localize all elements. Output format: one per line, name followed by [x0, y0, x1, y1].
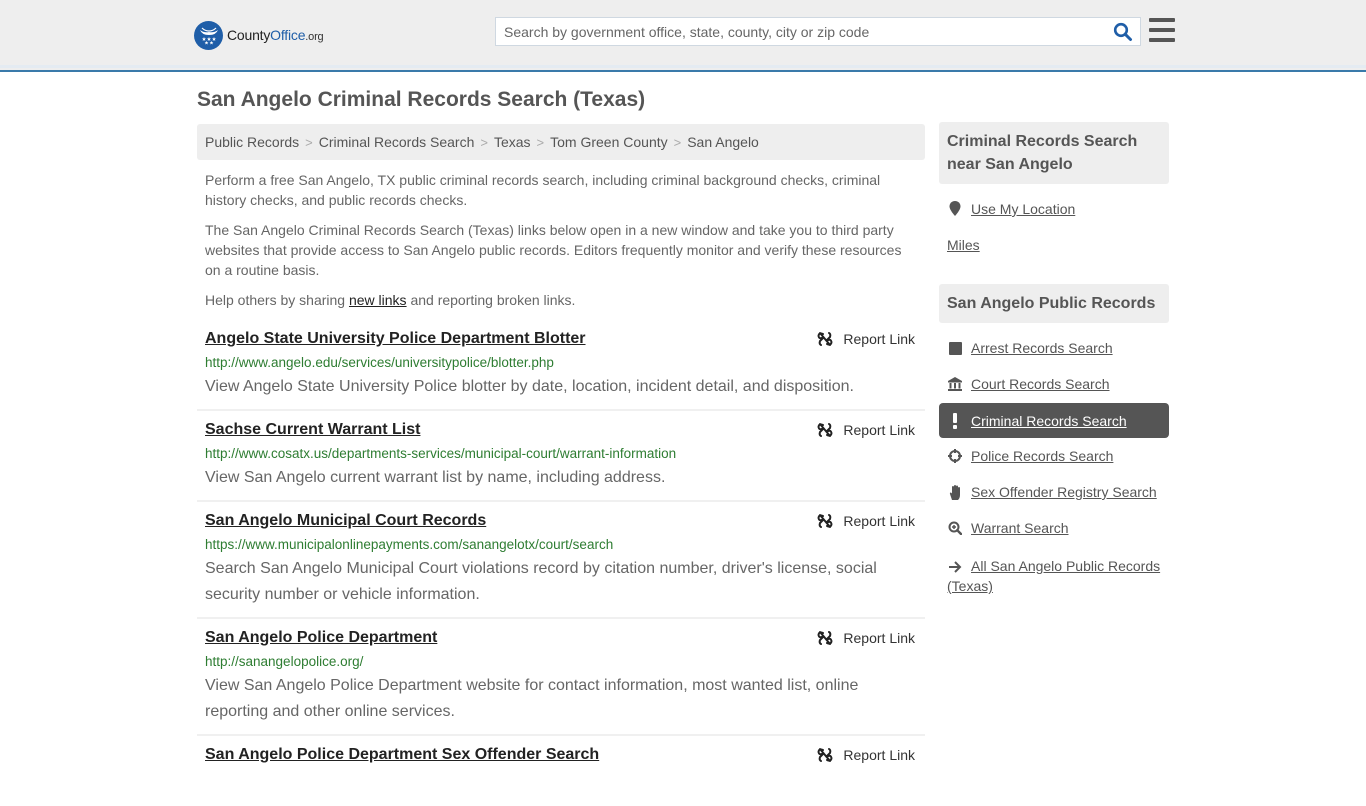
report-link-button[interactable]: Report Link — [817, 331, 915, 347]
result-title-link[interactable]: San Angelo Police Department — [205, 629, 437, 647]
report-link-button[interactable]: Report Link — [817, 513, 915, 529]
sidebar-item-all-public-records: All San Angelo Public Records (Texas) — [947, 556, 1169, 596]
breadcrumb-item-texas[interactable]: Texas — [494, 134, 531, 150]
crosshairs-icon — [947, 449, 963, 463]
intro-text: Help others by sharing — [205, 292, 349, 308]
hand-icon — [947, 484, 963, 500]
hamburger-menu-button[interactable] — [1149, 18, 1175, 42]
sidebar-item-criminal-records: Criminal Records Search — [939, 403, 1169, 438]
result-title-link[interactable]: San Angelo Police Department Sex Offende… — [205, 746, 599, 764]
breadcrumb-separator: > — [305, 134, 313, 150]
result-title-link[interactable]: San Angelo Municipal Court Records — [205, 512, 486, 530]
square-icon — [947, 341, 963, 355]
logo-text-county: County — [227, 27, 271, 43]
search-input[interactable] — [496, 18, 1106, 45]
result-description: View Angelo State University Police blot… — [205, 378, 854, 395]
report-link-label: Report Link — [843, 747, 915, 763]
use-my-location-link[interactable]: Use My Location — [971, 201, 1075, 217]
search-bar — [495, 17, 1141, 46]
new-links-link[interactable]: new links — [349, 292, 407, 308]
sidebar-item-police-records: Police Records Search — [947, 448, 1113, 464]
breadcrumb-separator: > — [536, 134, 545, 150]
public-records-heading: San Angelo Public Records — [939, 284, 1169, 323]
result-url: https://www.municipalonlinepayments.com/… — [205, 537, 614, 552]
arrow-right-icon — [947, 561, 963, 574]
sidebar-item-warrant-search: Warrant Search — [947, 520, 1069, 536]
sidebar-link-police-records[interactable]: Police Records Search — [971, 448, 1113, 464]
broken-link-icon — [817, 514, 833, 528]
report-link-button[interactable]: Report Link — [817, 630, 915, 646]
result-item: San Angelo Police Department Sex Offende… — [197, 746, 925, 806]
result-item: Sachse Current Warrant List Report Link … — [197, 421, 925, 502]
logo-text: CountyOffice.org — [227, 27, 324, 43]
intro-paragraph-1: Perform a free San Angelo, TX public cri… — [205, 172, 881, 208]
result-item: Angelo State University Police Departmen… — [197, 330, 925, 411]
courthouse-icon — [947, 377, 963, 391]
broken-link-icon — [817, 423, 833, 437]
result-title-link[interactable]: Sachse Current Warrant List — [205, 421, 420, 439]
search-icon — [1113, 22, 1132, 41]
report-link-label: Report Link — [843, 422, 915, 438]
intro-paragraph-3: Help others by sharing new links and rep… — [205, 290, 915, 310]
intro-paragraph-2: The San Angelo Criminal Records Search (… — [205, 222, 902, 278]
sidebar-link-all-public-records[interactable]: All San Angelo Public Records (Texas) — [947, 558, 1160, 594]
logo-text-tld: .org — [305, 31, 324, 43]
sidebar-item-court-records: Court Records Search — [947, 376, 1110, 392]
breadcrumb-item-tom-green-county[interactable]: Tom Green County — [550, 134, 668, 150]
result-item: San Angelo Municipal Court Records Repor… — [197, 512, 925, 619]
hamburger-menu-icon-bar — [1149, 28, 1175, 32]
breadcrumb-item-public-records[interactable]: Public Records — [205, 134, 299, 150]
sidebar-link-court-records[interactable]: Court Records Search — [971, 376, 1110, 392]
breadcrumb: Public Records > Criminal Records Search… — [197, 124, 925, 160]
result-description: View San Angelo current warrant list by … — [205, 469, 666, 486]
result-item: San Angelo Police Department Report Link… — [197, 629, 925, 736]
sidebar-link-sex-offender[interactable]: Sex Offender Registry Search — [971, 484, 1157, 500]
sidebar-link-arrest-records[interactable]: Arrest Records Search — [971, 340, 1113, 356]
miles-link[interactable]: Miles — [947, 237, 980, 253]
eagle-stars-logo-icon — [194, 20, 223, 50]
zoom-in-icon — [947, 521, 963, 535]
sidebar-item-sex-offender: Sex Offender Registry Search — [947, 484, 1157, 500]
report-link-button[interactable]: Report Link — [817, 422, 915, 438]
search-button[interactable] — [1106, 18, 1140, 45]
result-description: View San Angelo Police Department websit… — [205, 677, 859, 720]
intro-text: and reporting broken links. — [406, 292, 576, 308]
exclamation-icon — [947, 412, 963, 429]
hamburger-menu-icon-bar — [1149, 38, 1175, 42]
use-my-location: Use My Location — [947, 201, 1075, 217]
broken-link-icon — [817, 332, 833, 346]
logo-text-office: Office — [270, 27, 306, 43]
breadcrumb-item-criminal-records-search[interactable]: Criminal Records Search — [319, 134, 475, 150]
report-link-label: Report Link — [843, 630, 915, 646]
nearby-heading: Criminal Records Search near San Angelo — [939, 122, 1169, 184]
breadcrumb-separator: > — [480, 134, 488, 150]
result-url: http://www.cosatx.us/departments-service… — [205, 446, 677, 461]
sidebar-link-warrant-search[interactable]: Warrant Search — [971, 520, 1069, 536]
hamburger-menu-icon-bar — [1149, 18, 1175, 22]
result-title-link[interactable]: Angelo State University Police Departmen… — [205, 330, 586, 348]
report-link-label: Report Link — [843, 331, 915, 347]
page-title: San Angelo Criminal Records Search (Texa… — [197, 88, 646, 111]
result-url: http://sanangelopolice.org/ — [205, 654, 364, 669]
site-logo[interactable]: CountyOffice.org — [194, 20, 324, 50]
sidebar-item-arrest-records: Arrest Records Search — [947, 340, 1113, 356]
broken-link-icon — [817, 748, 833, 762]
broken-link-icon — [817, 631, 833, 645]
report-link-label: Report Link — [843, 513, 915, 529]
result-description: Search San Angelo Municipal Court violat… — [205, 560, 877, 603]
sidebar-link-criminal-records[interactable]: Criminal Records Search — [971, 413, 1127, 429]
breadcrumb-separator: > — [673, 134, 682, 150]
report-link-button[interactable]: Report Link — [817, 747, 915, 763]
miles-row: Miles — [947, 237, 980, 253]
breadcrumb-item-san-angelo[interactable]: San Angelo — [687, 134, 759, 150]
site-header: CountyOffice.org — [0, 0, 1366, 72]
map-marker-icon — [947, 201, 963, 217]
result-url: http://www.angelo.edu/services/universit… — [205, 355, 554, 370]
